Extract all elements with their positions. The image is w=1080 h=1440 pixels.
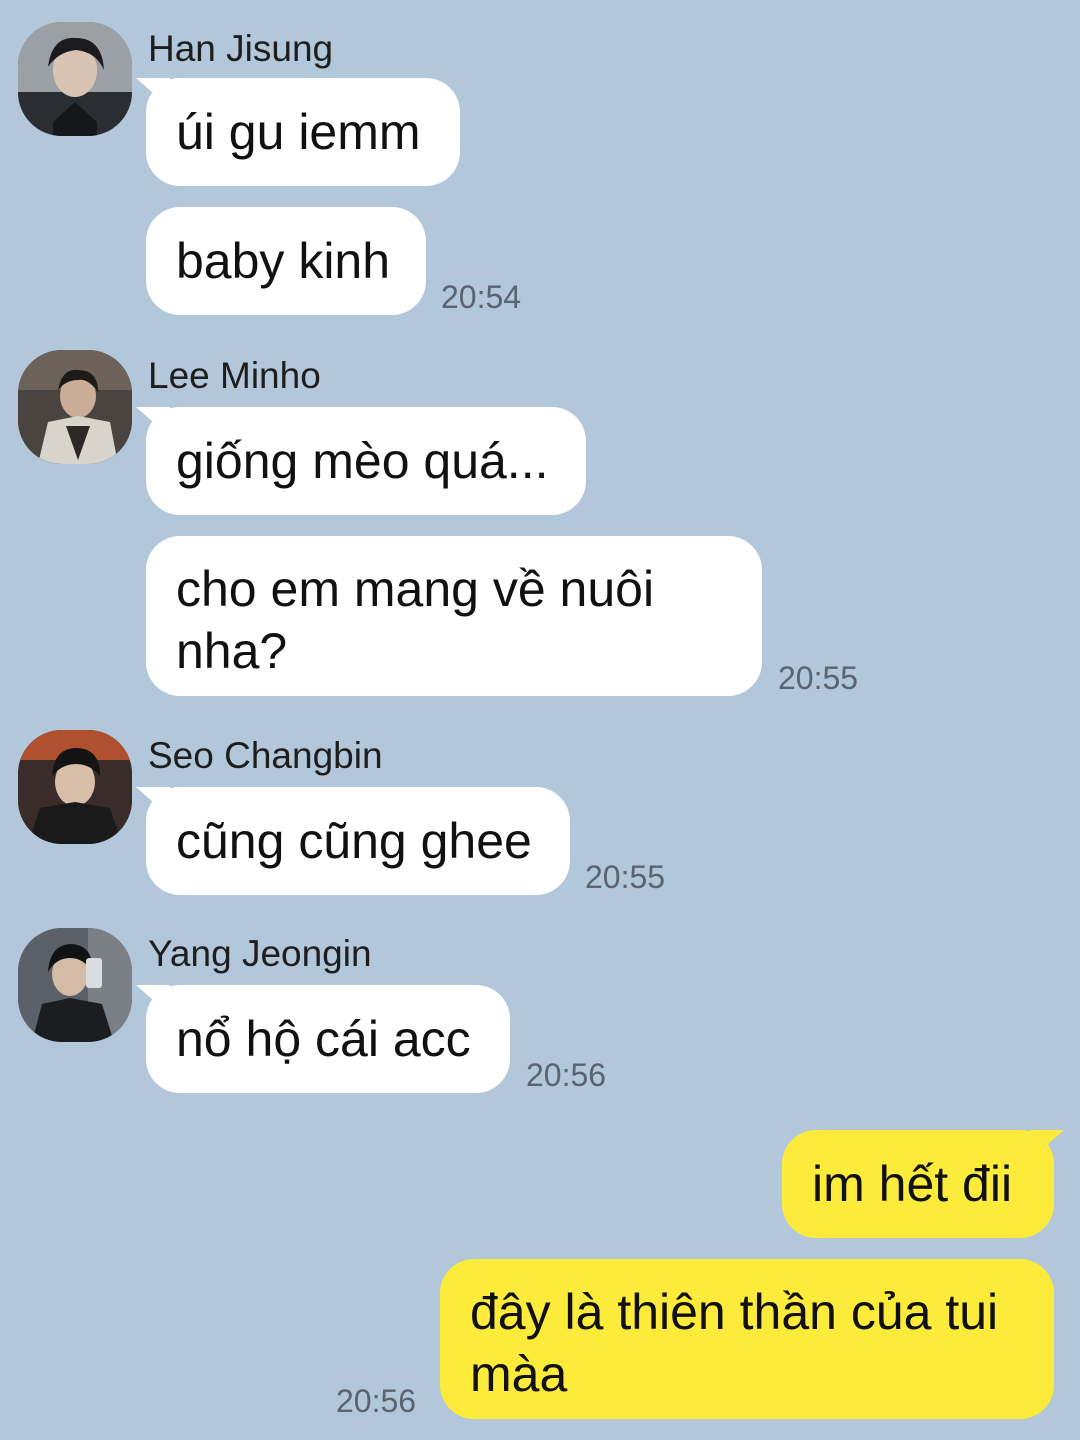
message-text: giống mèo quá... [176, 433, 549, 489]
message-bubble[interactable]: baby kinh [146, 207, 426, 315]
lee-minho-avatar[interactable] [18, 350, 132, 464]
message-text: cho em mang về nuôi nha? [176, 561, 655, 679]
sender-name: Seo Changbin [148, 735, 383, 776]
my-message-bubble[interactable]: im hết đii [782, 1130, 1054, 1238]
message-text: úi gu iemm [176, 104, 421, 160]
message-timestamp: 20:55 [778, 660, 859, 696]
message-text: nổ hộ cái acc [176, 1011, 471, 1067]
message-timestamp: 20:54 [441, 279, 522, 315]
han-jisung-avatar[interactable] [18, 22, 132, 136]
message-bubble[interactable]: cho em mang về nuôi nha? [146, 536, 762, 696]
message-timestamp: 20:55 [585, 859, 666, 895]
message-text: cũng cũng ghee [176, 813, 532, 869]
message-text: baby kinh [176, 233, 391, 289]
sender-name: Lee Minho [148, 355, 321, 396]
yang-jeongin-avatar[interactable] [18, 928, 132, 1042]
message-text: đây là thiên thần của tui màa [470, 1284, 999, 1402]
message-timestamp: 20:56 [526, 1057, 607, 1093]
message-bubble[interactable]: úi gu iemm [146, 78, 460, 186]
seo-changbin-avatar[interactable] [18, 730, 132, 844]
message-text: im hết đii [812, 1156, 1013, 1212]
my-message-bubble[interactable]: đây là thiên thần của tui màa [440, 1259, 1054, 1419]
sender-name: Yang Jeongin [148, 933, 372, 974]
message-bubble[interactable]: cũng cũng ghee [146, 787, 570, 895]
message-bubble[interactable]: nổ hộ cái acc [146, 985, 510, 1093]
message-bubble[interactable]: giống mèo quá... [146, 407, 586, 515]
message-timestamp: 20:56 [336, 1383, 417, 1419]
sender-name: Han Jisung [148, 28, 334, 69]
